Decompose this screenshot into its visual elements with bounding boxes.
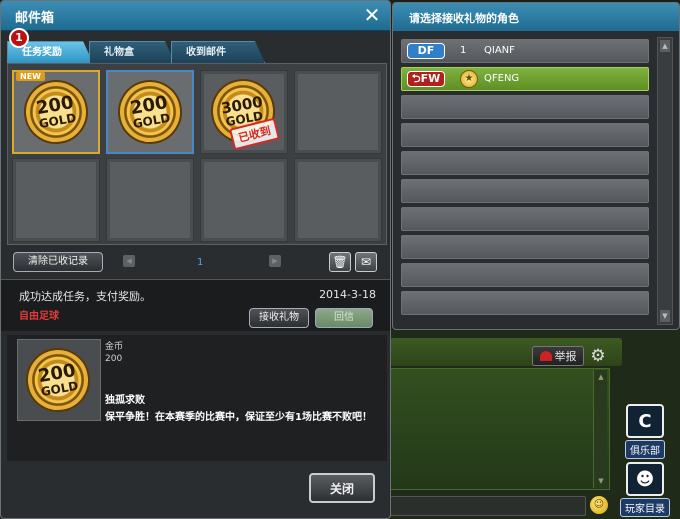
position-label: FW (420, 72, 441, 85)
chat-pane (390, 368, 610, 490)
mailbox-title: 邮件箱 (15, 11, 55, 26)
report-button[interactable]: 举报 (532, 346, 584, 366)
close-icon[interactable]: ✕ (362, 5, 382, 25)
gold-coin-icon: 200 GOLD (112, 74, 188, 150)
reward-slot[interactable]: 3000 GOLD 已收到 (200, 70, 288, 154)
reward-slot-empty (12, 158, 100, 242)
mailbox-window: 邮件箱 ✕ 1 任务奖励 礼物盒 收到邮件 NEW 200 GOLD 200 G… (0, 0, 391, 519)
message-date: 2014-3-18 (319, 288, 376, 301)
rank-medal-icon: ★ (460, 70, 478, 88)
new-badge: NEW (16, 72, 45, 81)
prev-page-icon[interactable]: ◀ (123, 255, 135, 267)
reward-slot[interactable]: 200 GOLD (106, 70, 194, 154)
page-number: 1 (197, 257, 204, 268)
character-row-empty (401, 263, 649, 287)
message-header: 成功达成任务，支付奖励。 2014-3-18 自由足球 接收礼物 回信 (1, 279, 390, 331)
attachment-slot: 200 GOLD (17, 339, 101, 421)
character-name: QFENG (484, 73, 520, 84)
mission-description: 保平争胜！在本赛季的比赛中，保证至少有1场比赛不败吧！ (105, 412, 372, 423)
message-body: 200 GOLD 金币 200 独孤求败 保平争胜！在本赛季的比赛中，保证至少有… (7, 335, 387, 461)
reward-slot[interactable]: NEW 200 GOLD (12, 70, 100, 154)
position-badge: ⮌FW (407, 71, 445, 87)
scroll-down-icon[interactable]: ▼ (660, 310, 670, 322)
report-label: 举报 (554, 350, 577, 363)
character-panel-title: 请选择接收礼物的角色 (409, 12, 519, 25)
clear-received-button[interactable]: 清除已收记录 (13, 252, 103, 272)
character-row-empty (401, 151, 649, 175)
players-label: 玩家目录 (620, 498, 670, 517)
club-label: 俱乐部 (625, 440, 665, 459)
reward-slot-empty (106, 158, 194, 242)
accept-gift-button[interactable]: 接收礼物 (249, 308, 309, 328)
scroll-down-icon[interactable]: ▼ (596, 476, 606, 486)
mailbox-tabs: 任务奖励 礼物盒 收到邮件 (7, 41, 261, 63)
message-sender: 自由足球 (19, 311, 59, 322)
next-page-icon[interactable]: ▶ (269, 255, 281, 267)
character-row-empty (401, 95, 649, 119)
tab-notification-badge: 1 (9, 28, 29, 48)
scroll-up-icon[interactable]: ▲ (660, 40, 670, 52)
close-button[interactable]: 关闭 (309, 473, 375, 503)
gear-icon[interactable]: ⚙ (588, 346, 608, 366)
players-button[interactable]: ☻ 玩家目录 (618, 462, 672, 517)
emoji-icon[interactable]: ☺ (590, 496, 608, 514)
reward-slot-empty (200, 158, 288, 242)
scroll-up-icon[interactable]: ▲ (596, 372, 606, 382)
reward-slot-empty (294, 70, 382, 154)
character-row-empty (401, 207, 649, 231)
position-badge: DF (407, 43, 445, 59)
reward-slot-empty (294, 158, 382, 242)
character-panel-title-bar: 请选择接收礼物的角色 (393, 3, 679, 31)
character-row-empty (401, 235, 649, 259)
character-row-selected[interactable]: ⮌FW ★ QFENG (401, 67, 649, 91)
game-background: 举报 ⚙ ▲ ▼ ☺ C 俱乐部 ☻ 玩家目录 (390, 330, 680, 519)
gold-coin-icon: 200 GOLD (18, 74, 94, 150)
trash-icon[interactable]: 🗑 (329, 252, 351, 272)
character-row-empty (401, 123, 649, 147)
gold-coin-icon: 200 GOLD (20, 342, 96, 418)
message-text: 成功达成任务，支付奖励。 (19, 290, 151, 303)
grid-toolbar: 清除已收记录 ◀ 1 ▶ 🗑 ✉ (7, 249, 387, 275)
club-button[interactable]: C 俱乐部 (618, 404, 672, 459)
mailbox-title-bar: 邮件箱 ✕ (1, 1, 390, 31)
reward-grid: NEW 200 GOLD 200 GOLD 3000 GOLD 已收到 (7, 63, 387, 245)
mission-title: 独孤求败 (105, 395, 145, 406)
character-number: 1 (460, 45, 467, 56)
character-row-empty (401, 179, 649, 203)
item-name: 金币 (105, 342, 124, 352)
character-list-scrollbar[interactable]: ▲ ▼ (657, 37, 673, 325)
chat-input[interactable] (390, 496, 586, 516)
tab-gift-box[interactable]: 礼物盒 (89, 41, 175, 63)
character-row[interactable]: DF 1 QIANF (401, 39, 649, 63)
character-row-empty (401, 291, 649, 315)
item-count: 200 (105, 354, 123, 364)
reply-button[interactable]: 回信 (315, 308, 373, 328)
siren-icon (539, 351, 552, 361)
tab-received-mail[interactable]: 收到邮件 (171, 41, 265, 63)
character-name: QIANF (484, 45, 515, 56)
club-icon: C (626, 404, 664, 438)
players-icon: ☻ (626, 462, 664, 496)
envelope-icon[interactable]: ✉ (355, 252, 377, 272)
chat-scrollbar[interactable]: ▲ ▼ (593, 370, 607, 488)
character-select-panel: 请选择接收礼物的角色 DF 1 QIANF ⮌FW ★ QFENG ▲ ▼ (392, 2, 680, 330)
